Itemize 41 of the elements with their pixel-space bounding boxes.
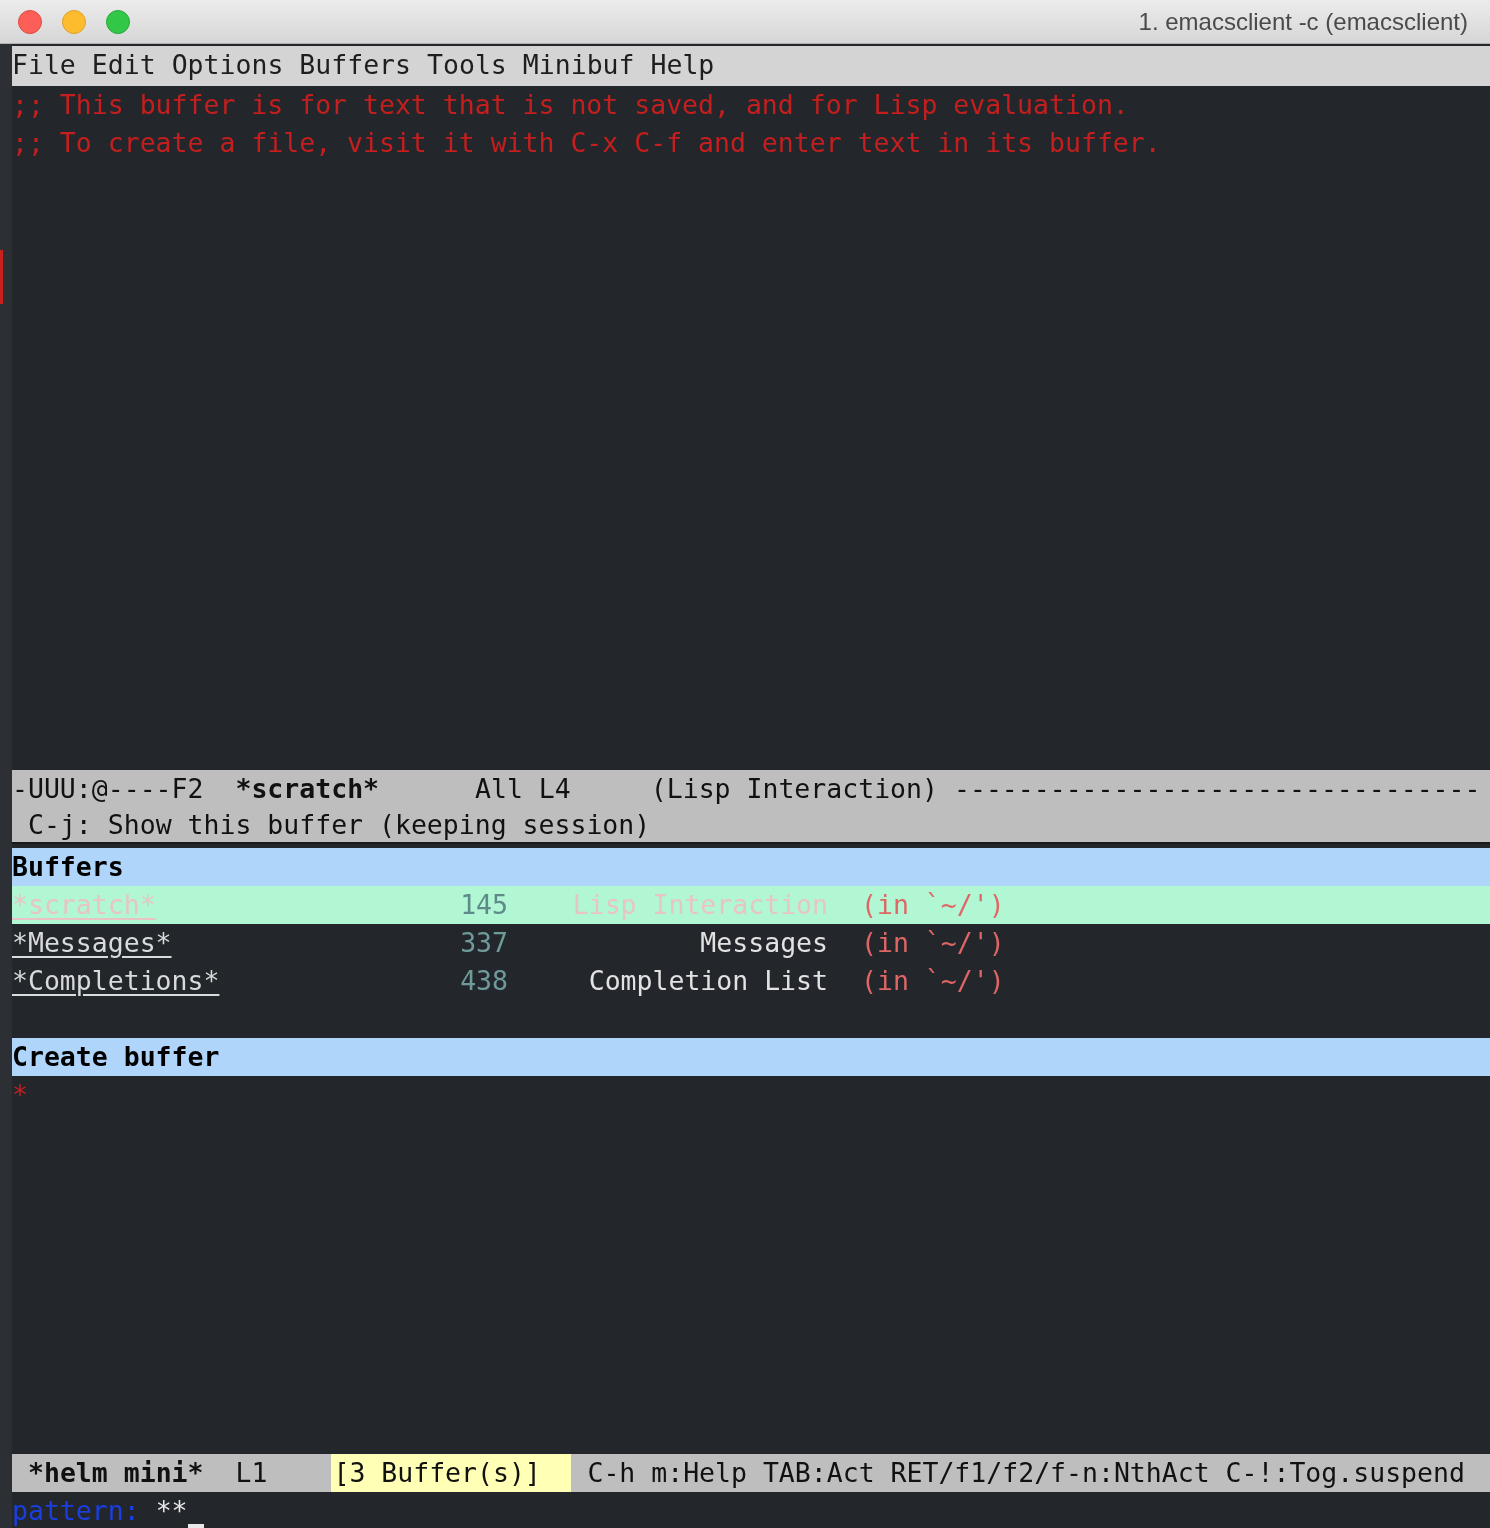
mode-line-fill: --------------------------------- xyxy=(953,772,1481,806)
buffer-directory: (in `~/') xyxy=(861,964,1005,998)
buffer-name: *Messages* xyxy=(12,926,173,960)
helm-header: C-j: Show this buffer (keeping session) xyxy=(12,808,1490,844)
comment-line: ;; To create a file, visit it with C-x C-f and enter text in its buffer. xyxy=(12,126,1162,160)
buffer-row[interactable]: *Completions* 438 Completion List (in `~/') xyxy=(12,962,1490,1000)
buffer-mode: Completion List xyxy=(587,964,828,998)
helm-line-number: L1 xyxy=(235,1456,268,1490)
minimize-button[interactable] xyxy=(62,9,86,34)
menu-item[interactable]: Options xyxy=(171,46,284,86)
window-title: 1. emacsclient -c (emacsclient) xyxy=(1138,6,1468,37)
menu-item[interactable]: Help xyxy=(650,46,715,86)
comment-line: ;; This buffer is for text that is not saved, and for Lisp evaluation. xyxy=(12,88,1130,122)
mode-line-status: -UUU:@----F2 xyxy=(12,772,204,806)
minibuffer-input[interactable]: ** xyxy=(155,1492,188,1528)
buffer-size: 337 xyxy=(459,926,508,960)
candidate-count: [3 Buffer(s)] xyxy=(331,1454,572,1492)
menu-item[interactable]: File xyxy=(12,46,76,86)
mode-line-mode: (Lisp Interaction) xyxy=(650,772,938,806)
menu-item[interactable]: Tools xyxy=(427,46,507,86)
buffer-size: 438 xyxy=(459,964,508,998)
key-hints: C-h m:Help TAB:Act RET/f1/f2/f-n:NthAct C-!:Tog.suspend xyxy=(587,1456,1465,1490)
menu-item[interactable]: Buffers xyxy=(299,46,412,86)
helm-buffer-name: *helm mini* xyxy=(28,1456,204,1490)
zoom-button[interactable] xyxy=(106,9,130,34)
menu-item[interactable]: Edit xyxy=(91,46,156,86)
minibuffer-prompt: pattern: xyxy=(12,1494,140,1528)
buffer-size: 145 xyxy=(459,888,508,922)
close-button[interactable] xyxy=(18,9,42,34)
buffer-name: *Completions* xyxy=(12,964,221,998)
menu-item[interactable]: Minibuf xyxy=(522,46,635,86)
buffer-mode: Messages xyxy=(699,926,828,960)
buffer-directory: (in `~/') xyxy=(861,888,1005,922)
buffer-row[interactable]: *Messages* 337 Messages (in `~/') xyxy=(12,924,1490,962)
fringe-marker xyxy=(0,250,3,304)
source-header: Buffers xyxy=(12,848,1490,886)
source-header: Create buffer xyxy=(12,1038,1490,1076)
cursor-icon xyxy=(187,1524,204,1528)
mode-line-position: All L4 xyxy=(475,772,571,806)
buffer-directory: (in `~/') xyxy=(861,926,1005,960)
mode-line-buffer: *scratch* xyxy=(235,772,380,806)
